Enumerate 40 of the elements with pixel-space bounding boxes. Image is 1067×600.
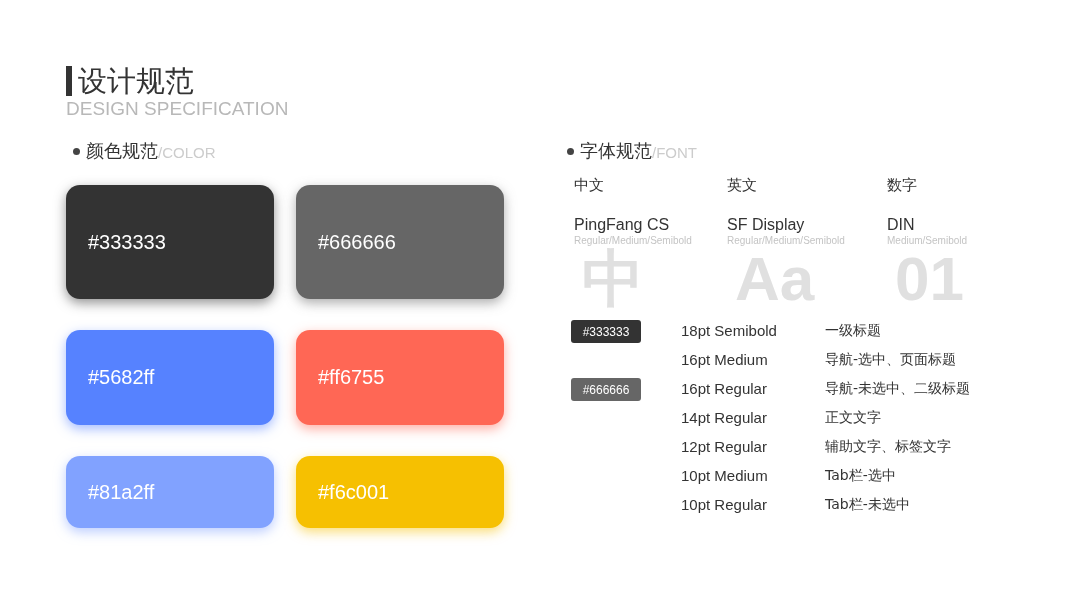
type-size: 10pt Medium — [681, 467, 769, 484]
font-category: 英文 — [727, 176, 758, 195]
type-usage: 正文文字 — [825, 408, 882, 427]
font-weights: Medium/Semibold — [887, 235, 969, 246]
color-code: #5682ff — [88, 366, 155, 389]
type-size: 14pt Regular — [681, 409, 768, 426]
type-size: 10pt Regular — [681, 496, 768, 513]
type-usage: Tab栏-选中 — [825, 466, 897, 485]
font-name: DIN — [887, 216, 916, 234]
color-tag: #333333 — [571, 320, 641, 343]
type-size: 12pt Regular — [681, 438, 768, 455]
bullet-icon — [567, 147, 574, 155]
type-size: 16pt Medium — [681, 351, 769, 368]
type-usage: Tab栏-未选中 — [825, 495, 911, 514]
font-weights: Regular/Medium/Semibold — [727, 235, 846, 246]
section-title: 颜色规范 — [86, 139, 158, 163]
color-code: #666666 — [318, 230, 396, 254]
color-code: #333333 — [88, 230, 166, 254]
section-subtitle: /FONT — [652, 144, 697, 161]
font-category: 数字 — [887, 176, 918, 195]
title-bar — [66, 66, 72, 96]
color-code: #ff6755 — [318, 366, 385, 389]
color-code: #81a2ff — [88, 480, 155, 504]
type-size: 18pt Semibold — [681, 322, 778, 339]
section-title: 字体规范 — [580, 139, 652, 163]
section-subtitle: /COLOR — [158, 144, 216, 161]
type-usage: 导航-选中、页面标题 — [825, 350, 958, 369]
page-title: 设计规范 — [78, 64, 194, 98]
page-subtitle: DESIGN SPECIFICATION — [66, 98, 290, 120]
type-usage: 辅助文字、标签文字 — [825, 437, 952, 456]
font-name: PingFang CS — [574, 216, 671, 234]
color-tag: #666666 — [571, 378, 641, 401]
font-category: 中文 — [574, 176, 605, 195]
font-name: SF Display — [727, 216, 806, 234]
type-usage: 导航-未选中、二级标题 — [825, 379, 972, 398]
font-weights: Regular/Medium/Semibold — [574, 235, 693, 246]
color-code: #f6c001 — [318, 480, 390, 504]
type-size: 16pt Regular — [681, 380, 768, 397]
bullet-icon — [73, 147, 80, 155]
type-usage: 一级标题 — [825, 321, 882, 340]
